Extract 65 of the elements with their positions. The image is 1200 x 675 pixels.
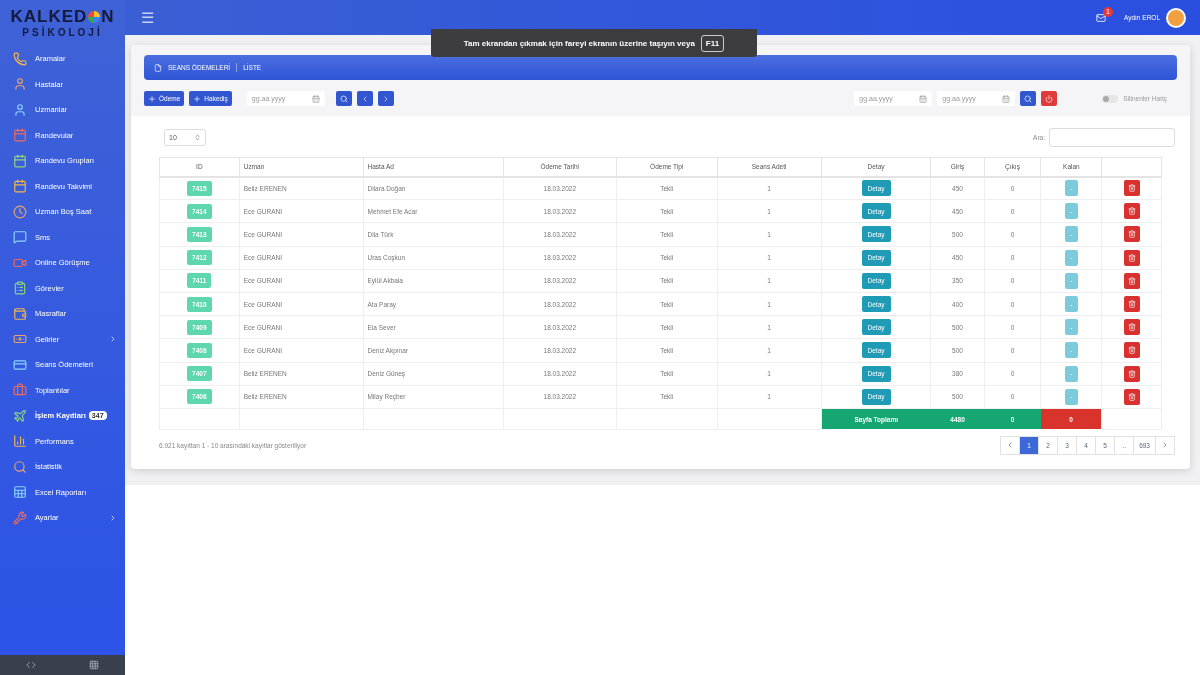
person-icon <box>13 77 27 92</box>
user-avatar[interactable] <box>1166 7 1186 28</box>
trash-icon <box>1127 392 1136 401</box>
trash-icon <box>1127 369 1136 378</box>
card-icon <box>13 357 27 372</box>
chevron-right-icon <box>109 513 117 522</box>
previous-page-button[interactable] <box>1000 435 1021 455</box>
delete-button[interactable] <box>1123 342 1140 359</box>
trash-icon <box>1127 207 1136 216</box>
clock-icon <box>13 204 27 219</box>
chart-icon <box>13 434 27 449</box>
reset-button[interactable] <box>1041 91 1058 106</box>
code-icon[interactable] <box>26 660 37 670</box>
toggle-switch[interactable] <box>1102 94 1119 103</box>
magnifier-icon <box>13 459 27 474</box>
file-icon <box>154 63 162 72</box>
delete-button[interactable] <box>1123 388 1140 405</box>
delete-button[interactable] <box>1123 319 1140 336</box>
previous-button[interactable] <box>356 91 373 106</box>
search-field[interactable] <box>1049 128 1175 147</box>
delete-button[interactable] <box>1123 249 1140 266</box>
trash-icon <box>1127 184 1136 193</box>
phone-icon <box>13 51 27 66</box>
calendar-icon <box>13 153 27 168</box>
person-icon <box>13 102 27 117</box>
notice-text: Tam ekrandan çıkmak için fareyi ekranın üzerine taşıyın veya <box>463 38 695 48</box>
message-icon <box>13 230 27 245</box>
logo: KALKED N <box>10 6 115 26</box>
trash-icon <box>1127 253 1136 262</box>
sort-arrows-icon <box>194 134 201 141</box>
chevron-right-icon <box>1161 441 1169 450</box>
delete-button[interactable] <box>1123 296 1140 313</box>
logo-subtitle: PSİKOLOJİ <box>22 26 103 38</box>
trash-icon <box>1127 323 1136 332</box>
delete-button[interactable] <box>1123 365 1140 382</box>
search-icon <box>339 94 348 103</box>
delete-button[interactable] <box>1123 203 1140 220</box>
mail-icon[interactable] <box>1096 12 1106 23</box>
trash-icon <box>1127 230 1136 239</box>
trash-icon <box>1127 300 1136 309</box>
menu-button[interactable]: ☰ <box>141 8 154 27</box>
delete-button[interactable] <box>1123 226 1140 243</box>
next-button[interactable] <box>377 91 394 106</box>
plus-icon <box>148 94 156 103</box>
delete-button[interactable] <box>1123 272 1140 289</box>
plane-icon <box>13 408 27 423</box>
delete-button[interactable] <box>1123 180 1140 197</box>
key-hint: F11 <box>700 34 725 52</box>
power-icon <box>1045 94 1054 103</box>
wallet-icon <box>13 306 27 321</box>
trash-icon <box>1127 346 1136 355</box>
wrench-icon <box>13 510 27 525</box>
chevron-right-icon <box>109 335 117 344</box>
search-button[interactable] <box>335 91 352 106</box>
calendar-icon <box>13 179 27 194</box>
spreadsheet-icon <box>13 485 27 500</box>
grid-icon[interactable] <box>88 660 99 670</box>
search-icon <box>1024 94 1033 103</box>
clipboard-icon <box>13 281 27 296</box>
trash-icon <box>1127 276 1136 285</box>
plus-icon <box>193 94 202 103</box>
briefcase-icon <box>13 383 27 398</box>
calendar-icon <box>13 128 27 143</box>
search-button[interactable] <box>1020 91 1037 106</box>
logo-mark-icon <box>87 9 102 24</box>
